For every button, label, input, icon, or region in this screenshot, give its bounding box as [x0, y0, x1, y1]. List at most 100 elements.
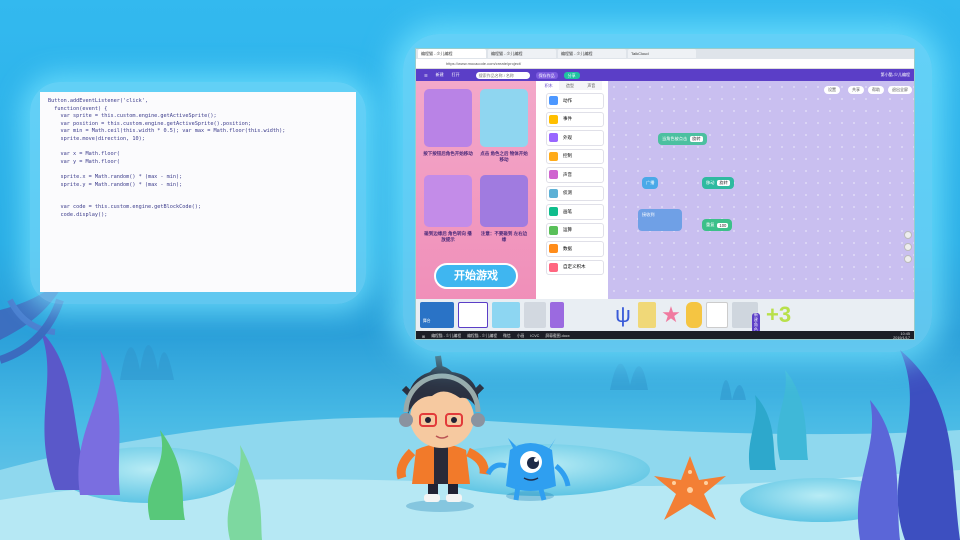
category-label: 事件 [563, 116, 572, 122]
browser-tab-strip: 编程猫 - 少儿编程 编程猫 - 少儿编程 编程猫 - 少儿编程 TalkClo… [416, 49, 914, 59]
taskbar-item[interactable]: 编程猫 - 少儿编程 [431, 334, 461, 339]
code-block-event[interactable]: 当角色被点击 旋转 [658, 133, 707, 145]
block-label: 接收到 [642, 212, 655, 217]
menu-icon[interactable]: ☰ [424, 73, 428, 78]
trident-icon[interactable]: ψ [612, 302, 634, 328]
block-category[interactable]: 外观 [546, 130, 604, 146]
block-category[interactable]: 自定义积木 [546, 259, 604, 275]
block-label: 当角色被点击 [662, 136, 688, 141]
code-line: var y = Math.floor( [48, 158, 120, 165]
code-line: var x = Math.floor( [48, 151, 120, 158]
star-sprite-icon[interactable]: ★ [660, 302, 682, 328]
block-label: 移动 [706, 180, 715, 185]
category-label: 声音 [563, 171, 572, 177]
stage-label: 舞台 [423, 319, 431, 323]
start-icon[interactable]: ⊞ [422, 334, 425, 339]
block-category[interactable]: 声音 [546, 167, 604, 183]
gem-sprite-icon[interactable] [686, 302, 702, 328]
code-line: sprite.y = Math.random() * (max - min); [48, 181, 183, 188]
code-block-broadcast[interactable]: 广播 [642, 177, 659, 189]
category-icon [549, 96, 558, 106]
category-label: 画笔 [563, 208, 572, 214]
tutorial-card-image [424, 175, 472, 227]
browser-tab[interactable]: TalkCloud [628, 49, 696, 58]
settings-button[interactable]: 设置 [824, 86, 840, 94]
user-name[interactable]: 第小酷-少儿编程 [881, 72, 910, 78]
open-button[interactable]: 打开 [452, 72, 460, 78]
code-line: var min = Math.ceil(this.width * 0.5); v… [48, 128, 286, 135]
tab-sounds[interactable]: 声音 [581, 81, 602, 90]
taskbar-item[interactable]: 小画 [517, 334, 525, 339]
taskbar-item[interactable]: 屏幕截图.docx [545, 334, 569, 339]
taskbar-item[interactable]: ICVC [530, 334, 539, 338]
category-icon [549, 262, 558, 272]
sprite-thumbnail[interactable] [524, 302, 546, 328]
tab-costumes[interactable]: 造型 [559, 81, 580, 90]
save-button[interactable]: 保存作品 [535, 71, 558, 79]
sprite-thumbnail[interactable] [706, 302, 728, 328]
tab-blocks[interactable]: 积木 [538, 81, 560, 90]
project-search-input[interactable]: 搜索作品名称 / 名称 [475, 71, 530, 79]
browser-tab[interactable]: 编程猫 - 少儿编程 [558, 49, 626, 58]
sprite-thumbnail[interactable] [550, 302, 564, 328]
taskbar-item[interactable]: 微信 [503, 334, 511, 339]
tutorial-card-image [480, 175, 528, 227]
category-label: 外观 [563, 134, 572, 140]
address-bar[interactable]: https://www.mocacode.com/create/project/ [416, 59, 914, 69]
app-toolbar: ☰ 新建 打开 搜索作品名称 / 名称 保存作品 分享 第小酷-少儿编程 [416, 69, 914, 81]
taskbar-clock[interactable]: 10:45 2019/1/17 [893, 332, 910, 339]
new-sprite-button[interactable]: 新建角色 [752, 313, 760, 333]
code-block-repeat[interactable]: 重复 100 [702, 219, 733, 231]
block-category[interactable]: 控制 [546, 148, 604, 164]
browser-tab[interactable]: 编程猫 - 少儿编程 [488, 49, 556, 58]
browser-tab[interactable]: 编程猫 - 少儿编程 [418, 49, 486, 58]
code-workspace[interactable]: 设置 共享 帮助 退出全屏 当角色被点击 旋转 广播 移动 旋转 接收到 重复 … [608, 81, 914, 299]
new-button[interactable]: 新建 [436, 72, 444, 78]
zoom-in-icon[interactable] [904, 231, 912, 239]
category-icon [549, 225, 558, 235]
code-block-move[interactable]: 移动 旋转 [702, 177, 734, 189]
screenshot-panel-frame: 编程猫 - 少儿编程 编程猫 - 少儿编程 编程猫 - 少儿编程 TalkClo… [403, 34, 932, 352]
stage-thumbnail[interactable]: 舞台 [420, 302, 454, 328]
block-category[interactable]: 画笔 [546, 204, 604, 220]
block-category[interactable]: 数据 [546, 241, 604, 257]
sprite-thumbnail[interactable] [458, 302, 488, 328]
category-label: 运算 [563, 227, 572, 233]
code-line: var position = this.custom.engine.getAct… [48, 120, 252, 127]
sprite-thumbnail[interactable] [638, 302, 656, 328]
share-workspace-button[interactable]: 共享 [848, 86, 864, 94]
block-input[interactable]: 旋转 [690, 136, 703, 142]
code-line: sprite.move(direction, 10); [48, 135, 145, 142]
more-sprites-badge[interactable]: +3 [766, 302, 791, 328]
code-line: Button.addEventListener('click', [48, 98, 148, 104]
block-category[interactable]: 事件 [546, 111, 604, 127]
tutorial-pane: 按下按钮后角色开始移动 点击 角色之后 物体开始移动 碰到边缘后 角色转向 播放… [416, 81, 536, 299]
block-label: 广播 [646, 180, 655, 185]
help-button[interactable]: 帮助 [868, 86, 884, 94]
code-line: sprite.x = Math.random() * (max - min); [48, 173, 183, 180]
share-button[interactable]: 分享 [563, 71, 580, 79]
zoom-out-icon[interactable] [904, 243, 912, 251]
block-category[interactable]: 动作 [546, 93, 604, 109]
fullscreen-button[interactable]: 退出全屏 [888, 86, 912, 94]
os-taskbar: ⊞ 编程猫 - 少儿编程 编程猫 - 少儿编程 微信 小画 ICVC 屏幕截图.… [416, 331, 914, 339]
category-icon [549, 170, 558, 180]
sprite-thumbnail[interactable] [492, 302, 520, 328]
taskbar-item[interactable]: 编程猫 - 少儿编程 [467, 334, 497, 339]
zoom-reset-icon[interactable] [904, 255, 912, 263]
category-icon [549, 207, 558, 217]
category-label: 自定义积木 [563, 264, 586, 270]
start-game-button[interactable]: 开始游戏 [434, 263, 518, 289]
new-sprite-area[interactable]: 新建角色 [568, 302, 760, 333]
block-input[interactable]: 100 [717, 222, 729, 228]
tutorial-card-image [424, 89, 472, 147]
tutorial-text: 注意：不要碰到 左右边缘 [480, 231, 528, 242]
block-input[interactable]: 旋转 [717, 180, 730, 186]
code-block-receive[interactable]: 接收到 [638, 209, 682, 231]
ide-screenshot: 编程猫 - 少儿编程 编程猫 - 少儿编程 编程猫 - 少儿编程 TalkClo… [415, 48, 915, 340]
block-category[interactable]: 运算 [546, 222, 604, 238]
block-category[interactable]: 侦测 [546, 185, 604, 201]
block-category-tabs: 积木 造型 声音 [538, 81, 602, 90]
